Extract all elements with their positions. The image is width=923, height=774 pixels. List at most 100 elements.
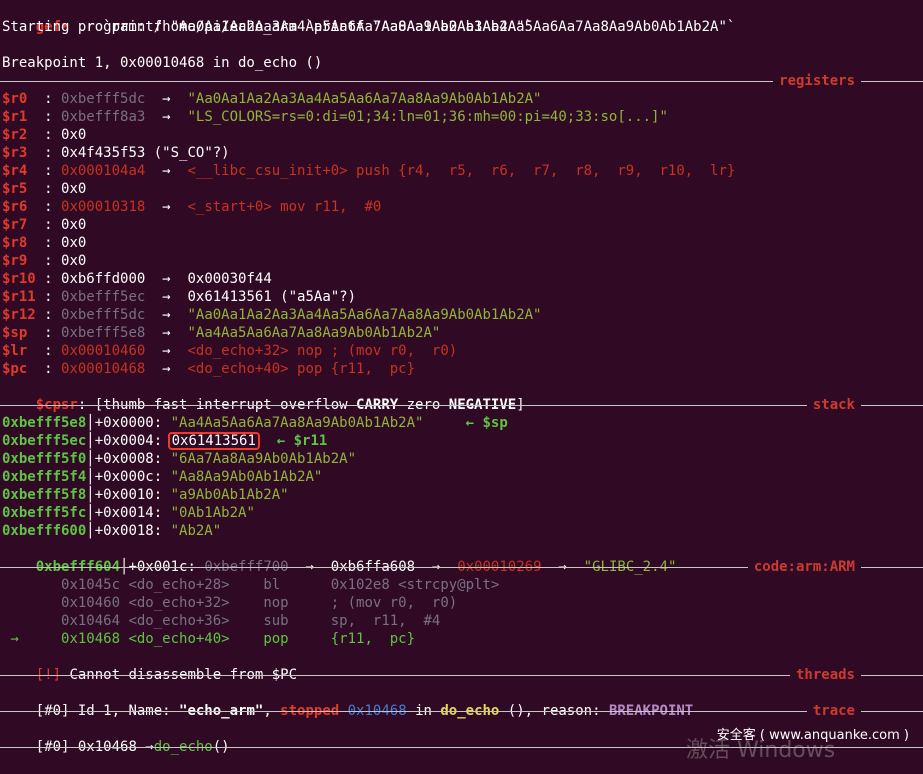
register-value: 0x00010468 xyxy=(61,361,146,377)
code-mnemonic: pop xyxy=(263,631,331,647)
register-sep: : xyxy=(35,343,62,359)
code-mnemonic: nop xyxy=(263,595,331,611)
register-sep: : xyxy=(35,217,62,233)
register-name: $r9 xyxy=(2,253,36,269)
register-sep: : xyxy=(35,253,62,269)
register-row: $r3 : 0x4f435f53 ("S_CO"?) xyxy=(2,144,230,162)
threads-separator: threads xyxy=(0,666,923,684)
stack-divider: │ xyxy=(86,433,95,449)
register-value: 0xbefff5dc xyxy=(61,91,146,107)
register-sep: : xyxy=(35,145,62,161)
register-value: 0x4f435f53 xyxy=(61,145,146,161)
separator-rule xyxy=(0,675,923,676)
register-row: $r12 : 0xbefff5dc → "Aa0Aa1Aa2Aa3Aa4Aa5A… xyxy=(2,306,541,324)
deref-arrow-icon: → xyxy=(145,271,188,287)
code-row: 0x10464 <do_echo+36> sub sp, r11, #4 xyxy=(2,612,440,630)
register-sep: : xyxy=(35,325,62,341)
code-error-line: [!] Cannot disassemble from $PC xyxy=(2,648,297,683)
register-deref: <__libc_csu_init+0> push {r4, r5, r6, r7… xyxy=(187,163,736,179)
thread-line: [#0] Id 1, Name: "echo_arm", stopped 0x1… xyxy=(2,684,694,719)
stack-address: 0xbefff600 xyxy=(2,523,87,539)
deref-arrow-icon: → xyxy=(145,163,188,179)
register-sep: : xyxy=(35,181,62,197)
stack-divider: │ xyxy=(86,505,95,521)
register-row: $r11 : 0xbefff5ec → 0x61413561 ("a5Aa"?) xyxy=(2,288,356,306)
stack-divider: │ xyxy=(86,487,95,503)
register-name: $r2 xyxy=(2,127,36,143)
register-sep: : xyxy=(35,163,62,179)
register-row: $sp : 0xbefff5e8 → "Aa4Aa5Aa6Aa7Aa8Aa9Ab… xyxy=(2,324,440,342)
register-deref: 0x00030f44 xyxy=(187,271,272,287)
stack-offset: +0x0008: xyxy=(94,451,171,467)
registers-separator: registers xyxy=(0,72,923,90)
register-name: $r7 xyxy=(2,217,36,233)
register-deref: <do_echo+32> nop ; (mov r0, r0) xyxy=(187,343,458,359)
terminal-window[interactable]: gef➤ r `printf "Aa0Aa1Aa2Aa3Aa4Aa5Aa6Aa7… xyxy=(0,0,923,763)
register-value: 0x0 xyxy=(61,217,87,233)
register-sep: : xyxy=(35,235,62,251)
register-value: 0xbefff5dc xyxy=(61,307,146,323)
stack-string: "Aa4Aa5Aa6Aa7Aa8Aa9Ab0Ab1Ab2A" xyxy=(170,415,424,431)
stack-row: 0xbefff5f0│+0x0008: "6Aa7Aa8Aa9Ab0Ab1Ab2… xyxy=(2,450,356,468)
register-name: $r6 xyxy=(2,199,36,215)
code-mnemonic: bl xyxy=(263,577,331,593)
register-value: 0x0 xyxy=(61,253,87,269)
stack-address: 0xbefff5ec xyxy=(2,433,87,449)
code-row: 0x1045c <do_echo+28> bl 0x102e8 <strcpy@… xyxy=(2,576,499,594)
register-sep: : xyxy=(35,199,62,215)
stack-string: "Aa8Aa9Ab0Ab1Ab2A" xyxy=(170,469,323,485)
register-row: $r4 : 0x000104a4 → <__libc_csu_init+0> p… xyxy=(2,162,735,180)
stack-offset: +0x0014: xyxy=(94,505,171,521)
code-address: 0x10460 xyxy=(27,595,129,611)
stack-string: "6Aa7Aa8Aa9Ab0Ab1Ab2A" xyxy=(170,451,357,467)
register-row: $lr : 0x00010460 → <do_echo+32> nop ; (m… xyxy=(2,342,457,360)
register-name: $r12 xyxy=(2,307,36,323)
code-prefix xyxy=(2,613,27,629)
stack-divider: │ xyxy=(86,469,95,485)
stack-row: 0xbefff5f4│+0x000c: "Aa8Aa9Ab0Ab1Ab2A" xyxy=(2,468,322,486)
register-name: $r8 xyxy=(2,235,36,251)
register-name: $r1 xyxy=(2,109,36,125)
stack-separator: stack xyxy=(0,396,923,414)
code-symbol: <do_echo+40> xyxy=(128,631,264,647)
register-deref: ("S_CO"?) xyxy=(153,145,230,161)
register-deref: "Aa0Aa1Aa2Aa3Aa4Aa5Aa6Aa7Aa8Aa9Ab0Ab1Ab2… xyxy=(187,307,542,323)
register-name: $pc xyxy=(2,361,36,377)
register-sep: : xyxy=(35,307,62,323)
register-name: $r3 xyxy=(2,145,36,161)
register-row: $r0 : 0xbefff5dc → "Aa0Aa1Aa2Aa3Aa4Aa5Aa… xyxy=(2,90,541,108)
register-name: $r11 xyxy=(2,289,36,305)
starting-program-line: Starting program: /home/pi/echo_arm `pri… xyxy=(2,19,736,35)
register-value: 0xbefff5ec xyxy=(61,289,146,305)
stack-address: 0xbefff5f8 xyxy=(2,487,87,503)
register-deref: "LS_COLORS=rs=0:di=01;34:ln=01;36:mh=00:… xyxy=(187,109,668,125)
trace-separator: trace xyxy=(0,702,923,720)
code-symbol: <do_echo+36> xyxy=(128,613,264,629)
breakpoint-line: Breakpoint 1, 0x00010468 in do_echo () xyxy=(2,55,323,71)
register-deref: <do_echo+40> pop {r11, pc} xyxy=(187,361,416,377)
register-value: 0x000104a4 xyxy=(61,163,146,179)
threads-title: threads xyxy=(789,666,861,684)
code-operands: 0x102e8 <strcpy@plt> xyxy=(330,577,500,593)
stack-offset: +0x000c: xyxy=(94,469,171,485)
code-address: 0x10468 xyxy=(27,631,129,647)
register-value: 0x0 xyxy=(61,181,87,197)
stack-address: 0xbefff5e8 xyxy=(2,415,87,431)
stack-string: "0Ab1Ab2A" xyxy=(170,505,255,521)
register-name: $lr xyxy=(2,343,36,359)
stack-string: "Ab2A" xyxy=(170,523,222,539)
stack-offset: +0x0010: xyxy=(94,487,171,503)
deref-arrow-icon: → xyxy=(145,91,188,107)
trace-title: trace xyxy=(806,702,861,720)
stack-string: "a9Ab0Ab1Ab2A" xyxy=(170,487,289,503)
register-deref: "Aa0Aa1Aa2Aa3Aa4Aa5Aa6Aa7Aa8Aa9Ab0Ab1Ab2… xyxy=(187,91,542,107)
register-row: $r9 : 0x0 xyxy=(2,252,86,270)
register-name: $r10 xyxy=(2,271,36,287)
register-row: $r5 : 0x0 xyxy=(2,180,86,198)
register-row: $pc : 0x00010468 → <do_echo+40> pop {r11… xyxy=(2,360,415,378)
code-operands: {r11, pc} xyxy=(330,631,416,647)
code-symbol: <do_echo+32> xyxy=(128,595,264,611)
register-row: $r10 : 0xb6ffd000 → 0x00030f44 xyxy=(2,270,272,288)
code-row: → 0x10468 <do_echo+40> pop {r11, pc} xyxy=(2,630,415,648)
register-sep: : xyxy=(35,289,62,305)
